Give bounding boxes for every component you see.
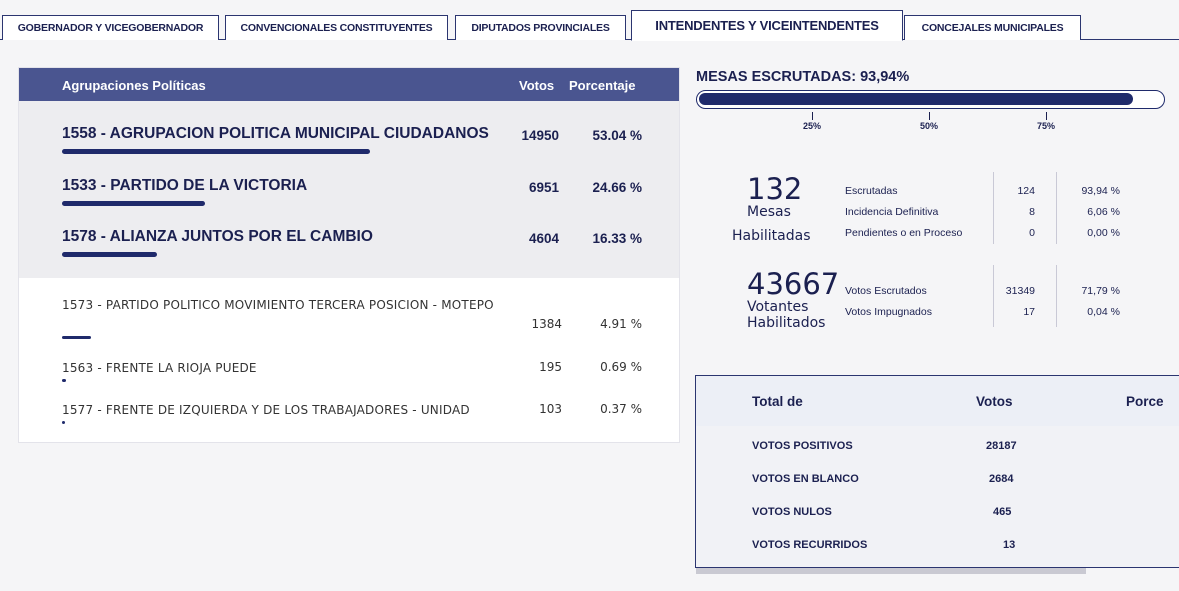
result-row: 1563 - FRENTE LA RIOJA PUEDE 195 0.69 % bbox=[62, 360, 642, 384]
table-row: VOTOS POSITIVOS 28187 bbox=[752, 440, 1017, 452]
party-pct: 4.91 % bbox=[600, 317, 642, 331]
progress-tick: 50% bbox=[914, 112, 944, 131]
header-group: Agrupaciones Políticas bbox=[62, 78, 206, 93]
table-row: VOTOS NULOS 465 bbox=[752, 506, 1012, 518]
stat-row-escrutadas: Escrutadas 124 93,94 % bbox=[845, 185, 1120, 197]
tab-concejales[interactable]: CONCEJALES MUNICIPALES bbox=[904, 15, 1081, 40]
tab-diputados[interactable]: DIPUTADOS PROVINCIALES bbox=[455, 15, 626, 40]
result-row: 1577 - FRENTE DE IZQUIERDA Y DE LOS TRAB… bbox=[62, 402, 642, 426]
totals-header: Total de Votos Porce bbox=[696, 376, 1179, 426]
party-votes: 195 bbox=[539, 360, 562, 374]
party-votes: 4604 bbox=[528, 231, 559, 246]
party-pct: 0.69 % bbox=[600, 360, 642, 374]
votantes-label-1: Votantes bbox=[747, 299, 809, 315]
party-bar bbox=[62, 149, 370, 154]
party-votes: 6951 bbox=[528, 180, 559, 195]
horizontal-scrollbar[interactable] bbox=[696, 568, 1086, 574]
stat-row-incidencia: Incidencia Definitiva 8 6,06 % bbox=[845, 206, 1120, 218]
tab-intendentes[interactable]: INTENDENTES Y VICEINTENDENTES bbox=[631, 10, 903, 41]
party-bar bbox=[62, 252, 157, 257]
progress-tick: 25% bbox=[797, 112, 827, 131]
progress-tick: 75% bbox=[1031, 112, 1061, 131]
mesas-habilitadas-number: 132 bbox=[747, 172, 803, 206]
mesas-progress-bar bbox=[696, 90, 1165, 109]
mesas-habilitadas-label: Habilitadas bbox=[732, 228, 811, 244]
result-row: 1578 - ALIANZA JUNTOS POR EL CAMBIO 4604… bbox=[62, 228, 642, 268]
party-bar bbox=[62, 336, 91, 339]
party-name: 1573 - PARTIDO POLITICO MOVIMIENTO TERCE… bbox=[62, 298, 494, 312]
party-name: 1558 - AGRUPACION POLITICA MUNICIPAL CIU… bbox=[62, 125, 489, 142]
election-tabs: GOBERNADOR Y VICEGOBERNADOR CONVENCIONAL… bbox=[0, 0, 1179, 41]
header-pct: Porcentaje bbox=[569, 78, 636, 93]
table-row: VOTOS RECURRIDOS 13 bbox=[752, 539, 1016, 551]
votantes-habilitados: 43667 Votantes Habilitados bbox=[747, 269, 839, 331]
result-row: 1533 - PARTIDO DE LA VICTORIA 6951 24.66… bbox=[62, 177, 642, 217]
stat-row-votos-escrutados: Votos Escrutados 31349 71,79 % bbox=[845, 285, 1120, 297]
party-name: 1577 - FRENTE DE IZQUIERDA Y DE LOS TRAB… bbox=[62, 403, 470, 417]
party-votes: 14950 bbox=[521, 128, 559, 143]
mesas-progress-fill bbox=[699, 93, 1133, 105]
tab-gobernador[interactable]: GOBERNADOR Y VICEGOBERNADOR bbox=[2, 15, 219, 40]
result-row: 1558 - AGRUPACION POLITICA MUNICIPAL CIU… bbox=[62, 125, 642, 165]
party-votes: 103 bbox=[539, 402, 562, 416]
totals-table: Total de Votos Porce VOTOS POSITIVOS 281… bbox=[695, 375, 1179, 568]
party-pct: 53.04 % bbox=[592, 128, 642, 143]
table-row: VOTOS EN BLANCO 2684 bbox=[752, 473, 1014, 485]
result-row: 1573 - PARTIDO POLITICO MOVIMIENTO TERCE… bbox=[62, 297, 642, 339]
party-name: 1563 - FRENTE LA RIOJA PUEDE bbox=[62, 361, 257, 375]
party-pct: 16.33 % bbox=[592, 231, 642, 246]
party-name: 1578 - ALIANZA JUNTOS POR EL CAMBIO bbox=[62, 228, 373, 245]
mesas-escrutadas-title: MESAS ESCRUTADAS: 93,94% bbox=[696, 69, 910, 85]
votantes-number: 43667 bbox=[747, 267, 840, 301]
results-panel: Agrupaciones Políticas Votos Porcentaje … bbox=[18, 67, 680, 443]
top-results: 1558 - AGRUPACION POLITICA MUNICIPAL CIU… bbox=[19, 101, 679, 278]
party-votes: 1384 bbox=[531, 317, 562, 331]
party-bar bbox=[62, 421, 65, 424]
party-bar bbox=[62, 201, 206, 206]
party-bar bbox=[62, 379, 66, 382]
mesas-label-1: Mesas bbox=[747, 204, 791, 220]
results-header: Agrupaciones Políticas Votos Porcentaje bbox=[19, 68, 679, 101]
party-pct: 24.66 % bbox=[592, 180, 642, 195]
tab-convencionales[interactable]: CONVENCIONALES CONSTITUYENTES bbox=[225, 15, 448, 40]
votantes-label-2: Habilitados bbox=[747, 315, 826, 331]
stat-row-pendientes: Pendientes o en Proceso 0 0,00 % bbox=[845, 227, 1120, 239]
stat-row-votos-impugnados: Votos Impugnados 17 0,04 % bbox=[845, 306, 1120, 318]
party-pct: 0.37 % bbox=[600, 402, 642, 416]
mesas-habilitadas: 132 Mesas bbox=[747, 174, 802, 220]
header-votes: Votos bbox=[519, 78, 555, 93]
party-name: 1533 - PARTIDO DE LA VICTORIA bbox=[62, 177, 308, 194]
